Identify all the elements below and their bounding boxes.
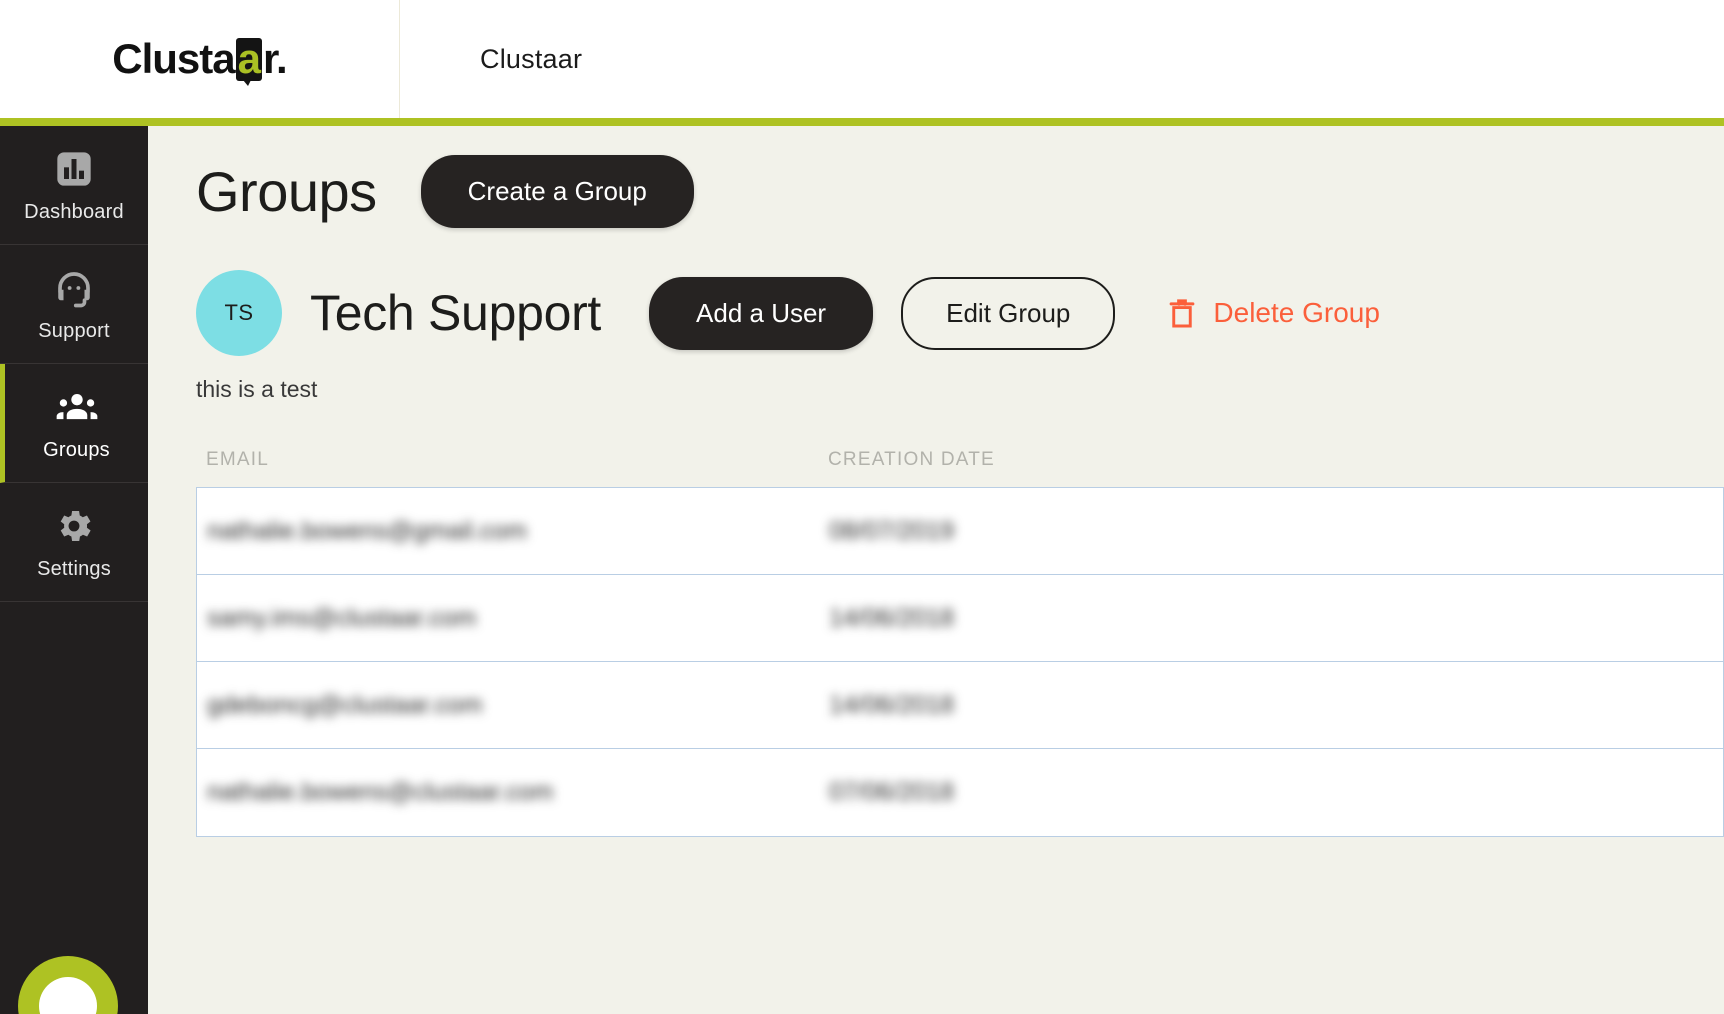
sidebar-item-settings[interactable]: Settings (0, 483, 148, 602)
table-header-row: EMAIL CREATION DATE (196, 449, 1724, 487)
gear-icon (52, 504, 96, 548)
table-body: nathalie.bowens@gmail.com 08/07/2019 sam… (196, 487, 1724, 837)
headset-icon (52, 266, 96, 310)
cell-email: gdeboncg@clustaar.com (207, 690, 483, 719)
table-row[interactable]: nathalie.bowens@gmail.com 08/07/2019 (197, 488, 1723, 575)
add-user-button[interactable]: Add a User (649, 276, 874, 350)
cell-creation-date: 07/06/2018 (829, 778, 955, 806)
chart-bar-icon (52, 147, 96, 191)
fab-inner-circle (39, 977, 97, 1014)
group-header-row: TS Tech Support Add a User Edit Group De… (148, 270, 1724, 356)
cell-creation-date: 14/06/2018 (829, 690, 955, 719)
column-header-creation-date: CREATION DATE (828, 449, 995, 470)
trash-icon (1167, 296, 1197, 330)
avatar: TS (196, 270, 282, 356)
cell-email: nathalie.bowens@gmail.com (207, 516, 527, 545)
people-icon (55, 385, 99, 429)
logo-bubble-icon: a (235, 35, 262, 86)
sidebar-item-groups[interactable]: Groups (0, 364, 148, 483)
logo-suffix: r. (263, 35, 288, 82)
main-content: Groups Create a Group TS Tech Support Ad… (148, 126, 1724, 1014)
column-header-email: EMAIL (206, 449, 270, 470)
cell-creation-date: 14/06/2018 (829, 603, 955, 632)
edit-group-button[interactable]: Edit Group (901, 276, 1116, 350)
table-row[interactable]: gdeboncg@clustaar.com 14/06/2018 (197, 662, 1723, 749)
logo-text: Clusta a r. (112, 35, 288, 86)
top-bar: Clusta a r. Clustaar (0, 0, 1724, 118)
page-header: Groups Create a Group (148, 126, 1724, 256)
table-row[interactable]: samy.ims@clustaar.com 14/06/2018 (197, 575, 1723, 662)
sidebar-item-support[interactable]: Support (0, 245, 148, 364)
table-row[interactable]: nathalie.bowens@clustaar.com 07/06/2018 (197, 749, 1723, 836)
cell-email: samy.ims@clustaar.com (207, 603, 477, 632)
users-table: EMAIL CREATION DATE nathalie.bowens@gmai… (148, 449, 1724, 837)
brand-logo[interactable]: Clusta a r. (0, 0, 400, 118)
sidebar-item-label: Settings (37, 557, 111, 580)
chat-bubble-icon[interactable] (18, 956, 118, 1014)
page-title: Groups (196, 159, 377, 223)
group-actions: Add a User Edit Group Delete Group (649, 276, 1380, 350)
create-group-button[interactable]: Create a Group (420, 154, 694, 228)
sidebar-item-label: Groups (43, 438, 110, 461)
group-name: Tech Support (310, 285, 602, 341)
cell-email: nathalie.bowens@clustaar.com (207, 778, 554, 806)
logo-prefix: Clusta (112, 35, 235, 82)
app-root: Clusta a r. Clustaar Dashboard Support G… (0, 0, 1724, 1014)
sidebar-item-label: Support (38, 319, 110, 342)
group-description: this is a test (196, 376, 318, 402)
sidebar-item-dashboard[interactable]: Dashboard (0, 126, 148, 245)
delete-group-button[interactable]: Delete Group (1167, 296, 1380, 330)
sidebar-item-label: Dashboard (24, 200, 124, 223)
delete-group-label: Delete Group (1213, 297, 1380, 328)
accent-rule (0, 118, 1724, 126)
cell-creation-date: 08/07/2019 (829, 516, 955, 545)
header-title: Clustaar (480, 43, 583, 74)
sidebar: Dashboard Support Groups Settings (0, 126, 148, 1014)
